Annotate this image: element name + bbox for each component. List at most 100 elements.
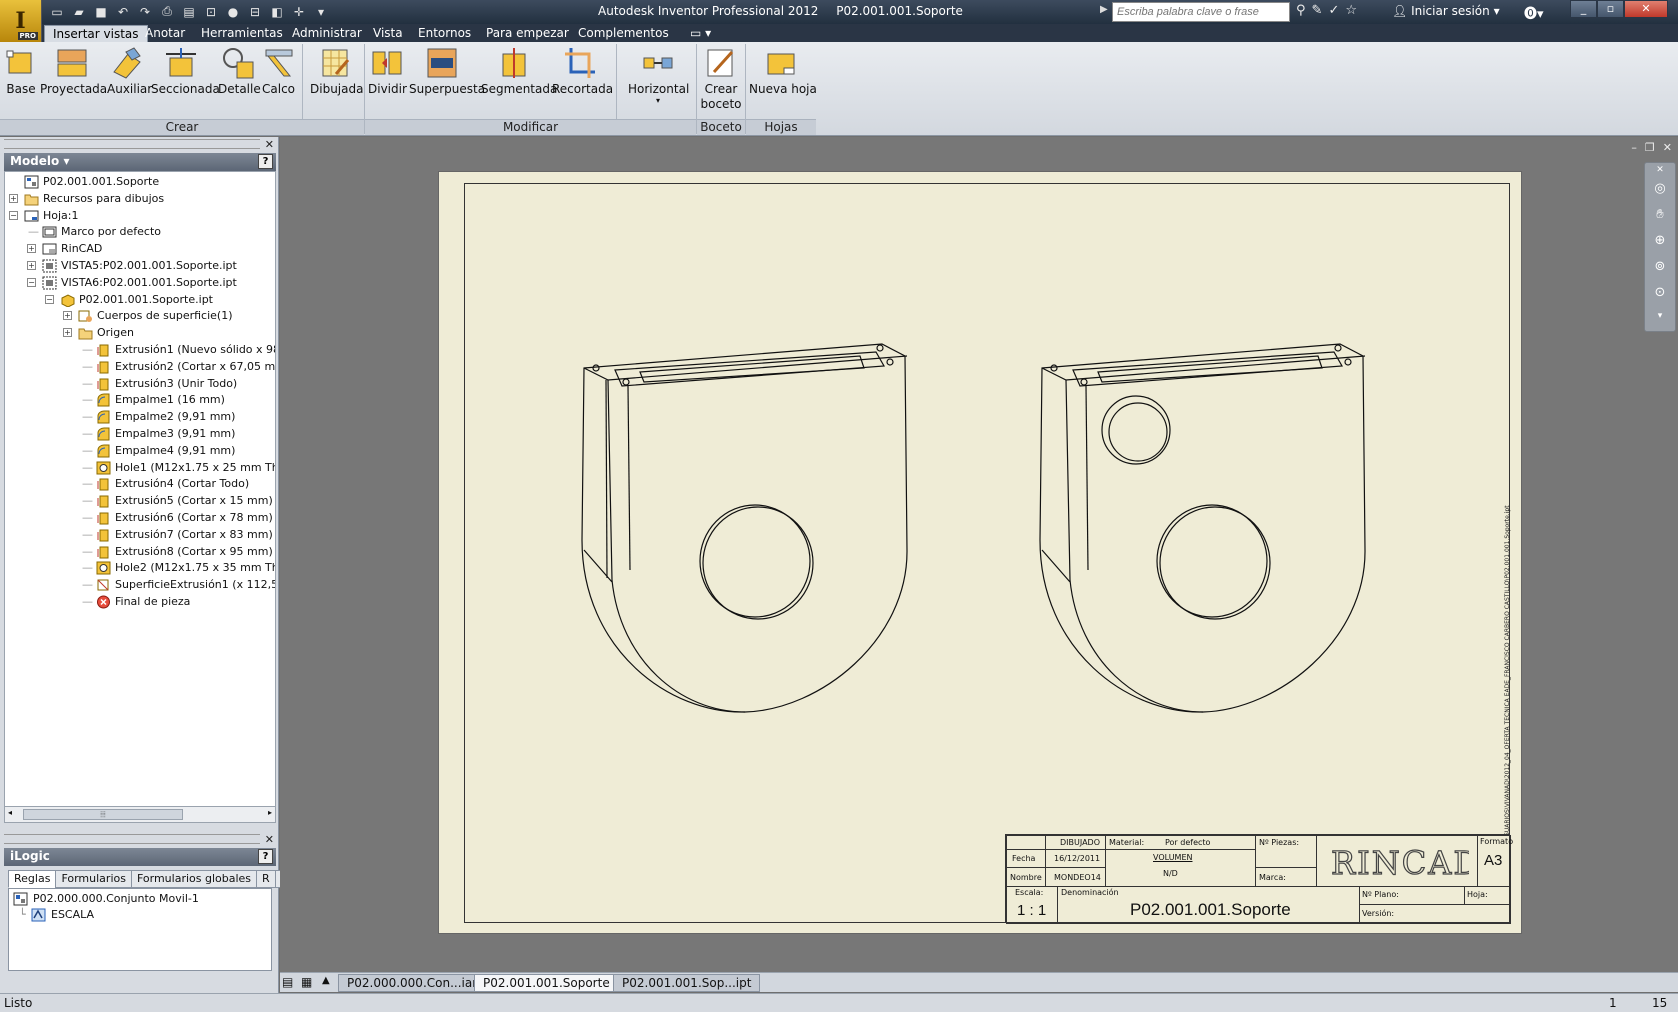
favorites-icon[interactable]: ☆ (1345, 3, 1357, 18)
model-browser-header[interactable]: Modelo ▾ ? (4, 153, 276, 171)
tab-reglas[interactable]: Reglas (8, 870, 57, 888)
auxiliary-view-label: Auxiliar (107, 82, 153, 96)
parameters-icon[interactable]: ✛ (290, 3, 308, 20)
minimize-icon[interactable]: – (1631, 141, 1637, 154)
projected-view-button[interactable]: Proyectada (40, 46, 107, 96)
base-view-button[interactable]: Base (4, 46, 38, 96)
binoculars-icon[interactable]: ⚲ (1296, 3, 1306, 18)
help-icon[interactable]: ? (258, 849, 273, 864)
communication-icon[interactable]: ✓ (1328, 3, 1339, 18)
measure-icon[interactable]: ⊟ (246, 3, 264, 20)
expand-icon[interactable]: + (27, 244, 36, 254)
tree-item-label: Origen (97, 326, 134, 340)
document-list-icon[interactable]: ▲ (322, 975, 330, 986)
tab-anotar[interactable]: Anotar (145, 25, 185, 42)
pan-icon[interactable]: ✋︎ (1650, 207, 1670, 227)
scrollbar-thumb[interactable]: ⦙⦙⦙ (23, 809, 183, 820)
tab-administrar[interactable]: Administrar (292, 25, 362, 42)
drawing-view-icon (42, 259, 57, 273)
collapse-icon[interactable]: − (45, 294, 54, 304)
title-bar: I PRO ▭ ▰ ■ ↶ ↷ ⎙ ▤ ⊡ ● ⊟ ◧ ✛ ▾ Autodesk… (0, 0, 1678, 42)
expand-icon[interactable]: + (63, 328, 72, 338)
close-icon[interactable]: ✕ (265, 138, 274, 151)
customize-qat-icon[interactable]: ▾ (312, 3, 330, 20)
save-icon[interactable]: ■ (92, 3, 110, 20)
subscription-icon[interactable]: ✎ (1312, 3, 1323, 18)
expand-icon[interactable]: + (9, 193, 18, 203)
open-folder-icon[interactable]: ▰ (70, 3, 88, 20)
tree-connector: — (82, 443, 93, 457)
tab-r[interactable]: R (256, 870, 276, 888)
zoom-all-icon[interactable]: ⊙ (1650, 285, 1670, 305)
doc-tab-soporte-drawing[interactable]: P02.001.001.Soporte ⊠ (474, 974, 635, 992)
tab-vista[interactable]: Vista (373, 25, 403, 42)
tab-formularios-globales[interactable]: Formularios globales (130, 870, 258, 888)
close-icon[interactable]: ✕ (1650, 165, 1670, 175)
draft-view-button[interactable]: Dibujada (310, 46, 363, 96)
overlay-button[interactable]: Superpuesta (409, 46, 485, 96)
extrusion-icon (97, 529, 109, 542)
select-icon[interactable]: ⊡ (202, 3, 220, 20)
customize-icon[interactable]: ▾ (1650, 311, 1670, 321)
ribbon-options-icon[interactable]: ▭ ▾ (690, 25, 711, 42)
scroll-left-icon[interactable]: ◂ (8, 808, 12, 817)
redo-icon[interactable]: ↷ (136, 3, 154, 20)
vista6-view[interactable] (1039, 343, 1366, 713)
slice-button[interactable]: Segmentada (481, 46, 557, 96)
help-icon[interactable]: ⓿▾ (1524, 3, 1544, 22)
doc-tab-conjunto[interactable]: P02.000.000.Con...iam (338, 974, 493, 992)
search-input[interactable] (1112, 2, 1290, 22)
tree-horizontal-scrollbar[interactable]: ◂ ⦙⦙⦙ ▸ (4, 806, 276, 823)
new-file-icon[interactable]: ▭ (48, 3, 66, 20)
auxiliary-view-button[interactable]: Auxiliar (107, 46, 152, 96)
zoom-window-icon[interactable]: ⊚ (1650, 259, 1670, 279)
tree-item-label: Recursos para dibujos (43, 191, 165, 205)
steering-wheel-icon[interactable]: ◎ (1650, 181, 1670, 201)
tab-entornos[interactable]: Entornos (418, 25, 471, 42)
doc-tab-soporte-part[interactable]: P02.001.001.Sop...ipt (613, 974, 761, 992)
crop-button[interactable]: Recortada (552, 46, 613, 96)
tab-complementos[interactable]: Complementos (578, 25, 669, 42)
close-icon[interactable]: ✕ (265, 833, 274, 846)
tab-formularios[interactable]: Formularios (55, 870, 132, 888)
group-label-modificar: Modificar (365, 119, 696, 135)
break-button[interactable]: Dividir (368, 46, 407, 96)
search-expand-icon[interactable]: ▶ (1100, 4, 1108, 15)
expand-icon[interactable]: + (63, 311, 72, 321)
update-icon[interactable]: ▤ (180, 3, 198, 20)
scroll-right-icon[interactable]: ▸ (268, 808, 272, 817)
browser-drag-handle[interactable] (4, 139, 260, 149)
align-horizontal-button[interactable]: Horizontal ▾ (628, 46, 689, 105)
tab-herramientas[interactable]: Herramientas (201, 25, 283, 42)
tab-para-empezar[interactable]: Para empezar (486, 25, 569, 42)
expand-icon[interactable]: + (27, 261, 36, 270)
collapse-icon[interactable]: − (27, 277, 36, 287)
restore-button[interactable]: ▫ (1597, 0, 1624, 18)
overlay-view-button[interactable]: Calco (262, 46, 295, 96)
appearance-icon[interactable]: ◧ (268, 3, 286, 20)
close-icon[interactable]: ✕ (1663, 141, 1672, 154)
application-menu-button[interactable]: I PRO (0, 0, 42, 42)
zoom-icon[interactable]: ⊕ (1650, 233, 1670, 253)
material-icon[interactable]: ● (224, 3, 242, 20)
marca-label: Marca: (1259, 873, 1286, 882)
collapse-icon[interactable]: − (9, 210, 18, 220)
new-sheet-icon (767, 53, 795, 75)
section-view-button[interactable]: Seccionada (151, 46, 220, 96)
vista5-view[interactable] (581, 343, 908, 713)
create-sketch-button[interactable]: Crear boceto (700, 46, 742, 112)
cascade-windows-icon[interactable]: ▦ (301, 975, 312, 989)
print-icon[interactable]: ⎙ (158, 3, 176, 20)
ilogic-drag-handle[interactable] (4, 834, 260, 844)
detail-view-button[interactable]: Detalle (218, 46, 261, 96)
undo-icon[interactable]: ↶ (114, 3, 132, 20)
new-sheet-button[interactable]: Nueva hoja (749, 46, 817, 96)
quick-access-toolbar: ▭ ▰ ■ ↶ ↷ ⎙ ▤ ⊡ ● ⊟ ◧ ✛ ▾ (48, 3, 330, 20)
tile-windows-icon[interactable]: ▤ (282, 975, 293, 989)
close-button[interactable]: ✕ (1624, 0, 1668, 18)
tab-insertar-vistas[interactable]: Insertar vistas (44, 25, 148, 42)
minimize-button[interactable]: _ (1570, 0, 1597, 18)
help-icon[interactable]: ? (258, 154, 273, 169)
restore-icon[interactable]: ❐ (1645, 141, 1655, 154)
sign-in-button[interactable]: 👤︎ Iniciar sesión ▾ (1392, 4, 1500, 18)
